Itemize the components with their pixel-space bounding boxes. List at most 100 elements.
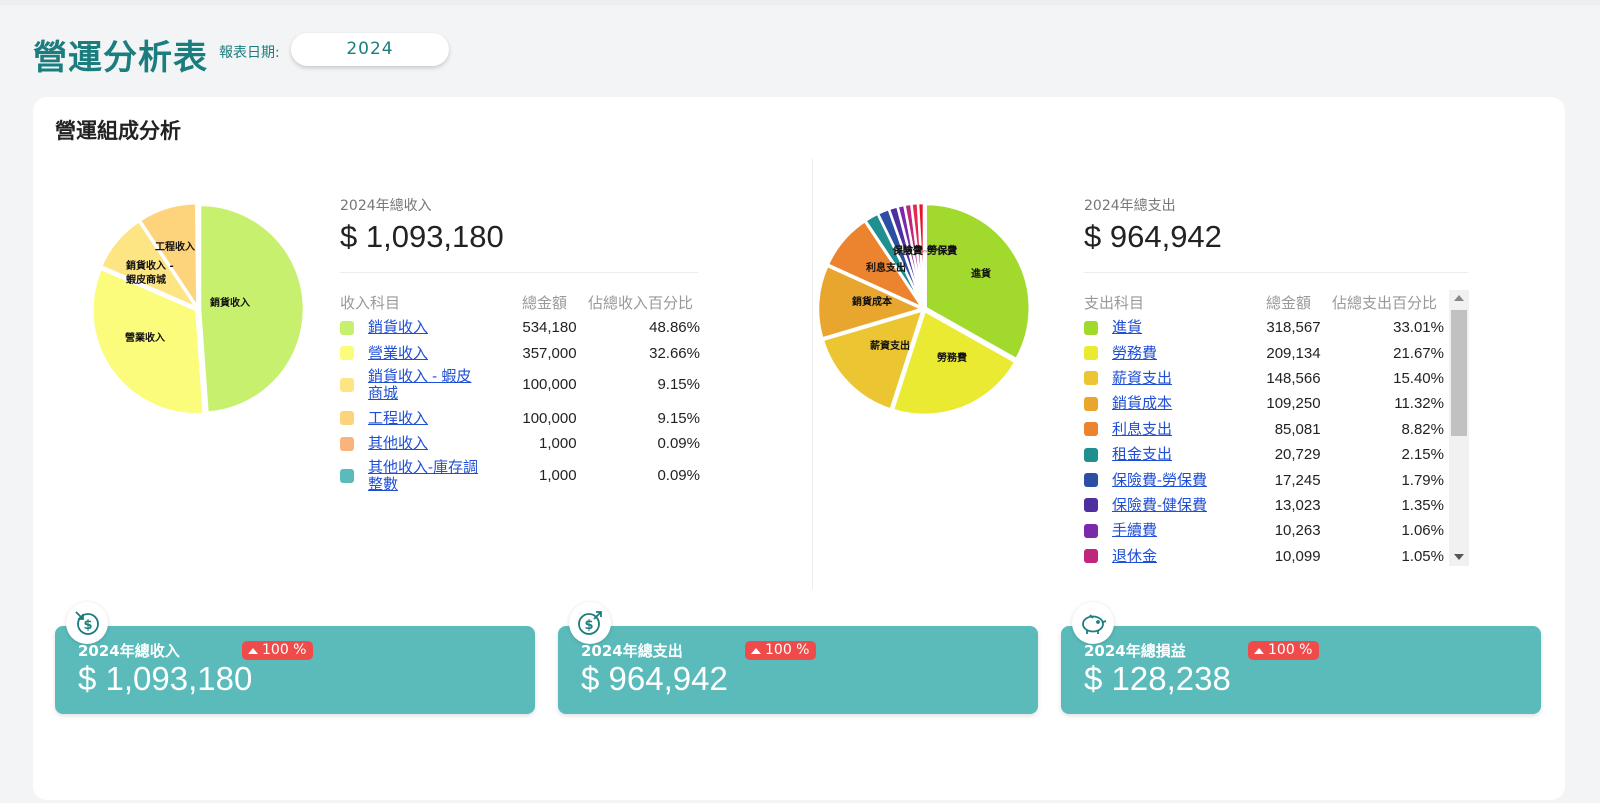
amount-cell: 100,000	[522, 376, 577, 394]
amount-cell: 1,000	[539, 467, 577, 485]
income-divider	[340, 272, 698, 273]
pie-slice[interactable]	[196, 201, 200, 309]
stat-label: 2024年總支出	[581, 642, 683, 660]
svg-text:$: $	[584, 618, 593, 633]
amount-cell: 209,134	[1266, 344, 1321, 362]
table-row: 保險費-健保費 13,023 1.35%	[1084, 493, 1444, 518]
legend-swatch	[1084, 498, 1098, 513]
account-link[interactable]: 手續費	[1112, 522, 1157, 539]
percent-cell: 2.15%	[1401, 446, 1444, 464]
table-row: 退休金 10,099 1.05%	[1084, 544, 1444, 569]
amount-cell: 109,250	[1266, 395, 1321, 413]
account-cell: 工程收入	[368, 410, 501, 427]
table-row: 利息支出 85,081 8.82%	[1084, 417, 1444, 442]
badge-text: 100 %	[765, 642, 810, 658]
header-amount: 總金額	[521, 294, 567, 312]
percent-cell: 0.09%	[657, 435, 700, 453]
account-link[interactable]: 保險費-勞保費	[1112, 472, 1207, 489]
table-row: 勞務費 209,134 21.67%	[1084, 340, 1444, 365]
legend-swatch	[1084, 447, 1098, 462]
amount-cell: 534,180	[522, 319, 577, 337]
legend-swatch	[1084, 396, 1098, 411]
legend-swatch	[1084, 523, 1098, 538]
account-link[interactable]: 薪資支出	[1112, 370, 1172, 387]
percent-cell: 1.06%	[1401, 522, 1444, 540]
pie-label-salary: 薪資支出	[870, 339, 910, 352]
account-cell: 銷貨收入	[368, 319, 501, 336]
table-row: 工程收入 100,000 9.15%	[340, 406, 700, 431]
account-cell: 手續費	[1112, 522, 1245, 539]
account-cell: 進貨	[1112, 319, 1245, 336]
account-cell: 保險費-健保費	[1112, 497, 1245, 514]
page-title: 營運分析表	[33, 38, 208, 78]
badge-text: 100 %	[1268, 642, 1313, 658]
stat-amount: $ 1,093,180	[78, 660, 253, 697]
pie-label-shopee-2: 蝦皮商城	[126, 273, 166, 286]
account-cell: 勞務費	[1112, 345, 1245, 362]
percent-cell: 33.01%	[1393, 319, 1444, 337]
account-link[interactable]: 進貨	[1112, 319, 1142, 336]
percent-cell: 32.66%	[649, 344, 700, 362]
report-date-select[interactable]: 2024	[291, 33, 449, 66]
account-link[interactable]: 工程收入	[368, 410, 428, 427]
percent-cell: 48.86%	[649, 319, 700, 337]
expense-pie-chart: 進貨 勞務費 薪資支出 銷貨成本 利息支出 保險費-勞保費	[816, 201, 1031, 417]
account-link[interactable]: 退休金	[1112, 548, 1157, 565]
pie-label-interest: 利息支出	[866, 261, 906, 274]
pie-label-purchase: 進貨	[971, 267, 991, 280]
account-link[interactable]: 銷貨收入 - 蝦皮 商城	[368, 368, 471, 402]
arrow-up-icon	[751, 647, 761, 654]
percent-cell: 1.05%	[1401, 547, 1444, 565]
expense-table-scrollbar[interactable]	[1449, 290, 1469, 566]
growth-badge: 100 %	[242, 641, 314, 660]
amount-cell: 17,245	[1274, 471, 1321, 489]
account-link[interactable]: 租金支出	[1112, 446, 1172, 463]
scroll-down-icon[interactable]	[1454, 554, 1464, 560]
pie-label-sales: 銷貨收入	[210, 296, 250, 309]
income-total-caption: 2024年總收入	[340, 198, 432, 214]
legend-swatch	[340, 468, 354, 483]
header-account: 支出科目	[1084, 294, 1145, 312]
amount-cell: 10,263	[1274, 522, 1321, 540]
account-link[interactable]: 營業收入	[368, 345, 428, 362]
stat-card-profit: 2024年總損益 100 % $ 128,238	[1061, 602, 1541, 714]
account-cell: 銷貨成本	[1112, 395, 1245, 412]
percent-cell: 9.15%	[657, 409, 700, 427]
percent-cell: 15.40%	[1393, 369, 1444, 387]
expense-divider	[1084, 272, 1468, 273]
amount-cell: 148,566	[1266, 369, 1321, 387]
scroll-up-icon[interactable]	[1454, 295, 1464, 301]
table-row: 營業收入 357,000 32.66%	[340, 340, 700, 365]
account-cell: 租金支出	[1112, 446, 1245, 463]
legend-swatch	[1084, 549, 1098, 564]
account-cell: 薪資支出	[1112, 370, 1245, 387]
percent-cell: 1.35%	[1401, 496, 1444, 514]
amount-cell: 20,729	[1274, 446, 1321, 464]
account-link[interactable]: 銷貨成本	[1112, 395, 1172, 412]
account-link[interactable]: 勞務費	[1112, 345, 1157, 362]
legend-swatch	[1084, 320, 1098, 335]
percent-cell: 21.67%	[1393, 344, 1444, 362]
amount-cell: 100,000	[522, 409, 577, 427]
report-date-label: 報表日期:	[219, 45, 280, 61]
account-link[interactable]: 保險費-健保費	[1112, 497, 1207, 514]
table-row: 手續費 10,263 1.06%	[1084, 518, 1444, 543]
legend-swatch	[1084, 422, 1098, 437]
account-link[interactable]: 利息支出	[1112, 421, 1172, 438]
pie-label-cogs: 銷貨成本	[852, 295, 893, 308]
scroll-thumb[interactable]	[1451, 310, 1467, 436]
header-amount: 總金額	[1265, 294, 1311, 312]
pie-label-operating: 營業收入	[125, 331, 165, 344]
svg-text:$: $	[83, 618, 92, 633]
legend-swatch	[340, 436, 354, 451]
amount-cell: 10,099	[1274, 547, 1321, 565]
growth-badge: 100 %	[1248, 641, 1320, 660]
account-link[interactable]: 其他收入	[368, 435, 428, 452]
expense-table-header: 支出科目 總金額 佔總支出百分比	[1084, 289, 1444, 315]
account-link[interactable]: 銷貨收入	[368, 319, 428, 336]
percent-cell: 1.79%	[1401, 471, 1444, 489]
badge-text: 100 %	[262, 642, 307, 658]
account-cell: 營業收入	[368, 345, 501, 362]
account-link[interactable]: 其他收入-庫存調 整數	[368, 459, 478, 493]
section-title: 營運組成分析	[55, 119, 181, 143]
